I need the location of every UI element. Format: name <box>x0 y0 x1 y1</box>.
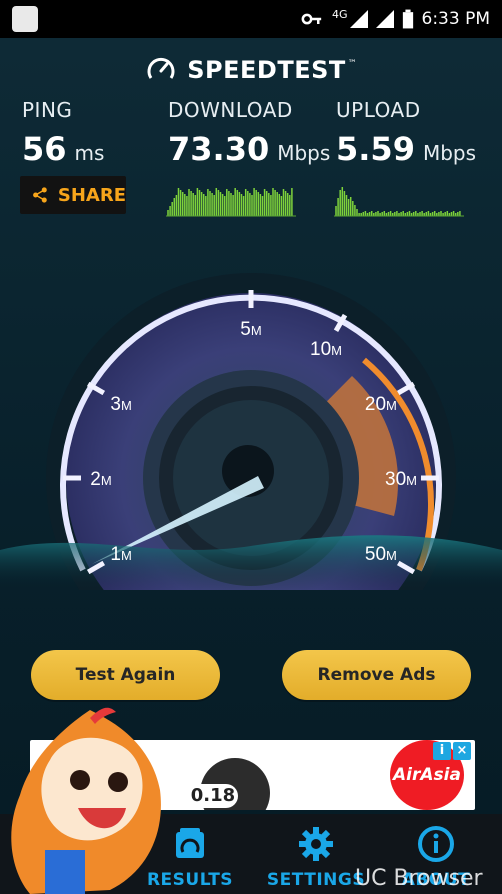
gauge-tick-label: 50M <box>365 544 397 565</box>
uc-mascot-icon[interactable] <box>0 700 180 894</box>
speedtest-logo-icon <box>147 57 175 79</box>
download-value: 73.30 Mbps <box>168 130 330 168</box>
gauge-tick-label: 20M <box>365 394 397 415</box>
download-number: 73.30 <box>168 130 270 168</box>
ping-label: PING <box>22 98 73 122</box>
upload-number: 5.59 <box>336 130 415 168</box>
share-label: SHARE <box>57 184 126 206</box>
download-label: DOWNLOAD <box>168 98 293 122</box>
gauge-tick-label: 5M <box>240 319 261 340</box>
uc-browser-watermark: UC Browser <box>355 866 483 891</box>
download-unit: Mbps <box>277 141 331 165</box>
tab-settings[interactable]: SETTINGS <box>266 814 366 894</box>
upload-unit: Mbps <box>422 141 477 165</box>
gauge-tick-label: 10M <box>310 339 342 360</box>
close-ad-icon[interactable]: × <box>453 742 471 760</box>
upload-label: UPLOAD <box>336 98 421 122</box>
speed-gauge: 01M2M3M5M10M20M30M50M <box>0 273 502 590</box>
gauge-tick-label: 30M <box>385 469 417 490</box>
battery-icon <box>402 9 413 29</box>
remove-ads-button[interactable]: Remove Ads <box>282 650 471 700</box>
ping-number: 56 <box>22 130 67 168</box>
upload-graph <box>334 187 464 217</box>
app-title: SPEEDTEST <box>187 56 346 84</box>
notification-icon <box>12 6 38 32</box>
app-header: SPEEDTEST ™ <box>0 50 502 90</box>
signal-icon-2 <box>375 10 394 28</box>
download-graph <box>166 188 296 217</box>
ping-value: 56 ms <box>22 130 104 168</box>
share-icon <box>33 187 47 203</box>
upload-value: 5.59 Mbps <box>336 130 476 168</box>
test-again-button[interactable]: Test Again <box>31 650 220 700</box>
signal-icon <box>349 10 368 28</box>
clock: 6:33 PM <box>421 9 491 29</box>
info-icon <box>418 826 454 862</box>
gauge-tick-label: 2M <box>90 469 111 490</box>
gauge-tick-label: 1M <box>110 544 131 565</box>
info-ad-icon[interactable]: i <box>433 742 451 760</box>
ad-speed-value: 0.18 <box>188 784 238 808</box>
status-bar: 4G 6:33 PM <box>0 0 502 38</box>
ad-choices[interactable]: i × <box>433 742 471 760</box>
gear-icon <box>299 827 333 861</box>
ping-unit: ms <box>74 141 105 165</box>
share-button[interactable]: SHARE <box>20 176 126 214</box>
network-type: 4G <box>331 7 348 21</box>
tab-settings-label: SETTINGS <box>266 870 366 890</box>
gauge-tick-label: 3M <box>110 394 131 415</box>
key-icon <box>301 13 322 25</box>
status-icons: 4G 6:33 PM <box>300 0 490 38</box>
